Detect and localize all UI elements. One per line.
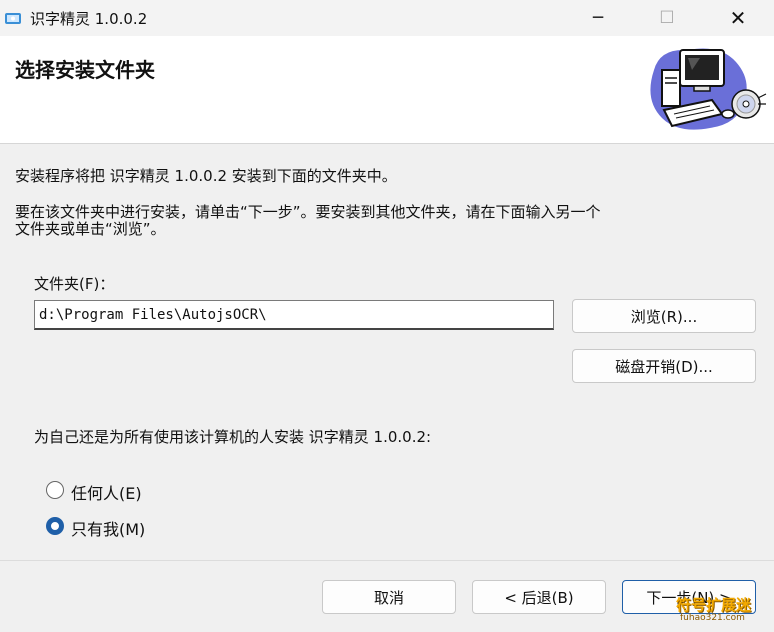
radio-just-me-label[interactable]: 只有我(M) [71, 516, 145, 540]
close-icon: ✕ [729, 6, 747, 30]
intro-text: 安装程序将把 识字精灵 1.0.0.2 安装到下面的文件夹中。 [15, 167, 397, 185]
minimize-icon: ─ [592, 8, 604, 28]
cancel-button[interactable]: 取消 [322, 580, 456, 614]
watermark-url: fuhao321.com [680, 613, 745, 623]
back-button-label: < 后退(B) [504, 588, 574, 607]
browse-button[interactable]: 浏览(R)... [572, 299, 756, 333]
folder-path-input[interactable] [34, 300, 554, 330]
back-button[interactable]: < 后退(B) [472, 580, 606, 614]
instruction-text-line2: 文件夹或单击“浏览”。 [15, 220, 166, 238]
close-button[interactable]: ✕ [715, 0, 761, 36]
title-bar: 识字精灵 1.0.0.2 ─ ☐ ✕ [0, 0, 774, 37]
window-title: 识字精灵 1.0.0.2 [30, 10, 148, 28]
disk-cost-button[interactable]: 磁盘开销(D)... [572, 349, 756, 383]
radio-just-me[interactable] [46, 517, 64, 535]
radio-everyone[interactable] [46, 481, 64, 499]
cancel-button-label: 取消 [373, 588, 404, 607]
disk-cost-button-label: 磁盘开销(D)... [615, 357, 713, 376]
folder-label: 文件夹(F)： [34, 275, 115, 293]
installer-app-icon [5, 13, 21, 24]
footer-divider [0, 560, 774, 561]
instruction-text-line1: 要在该文件夹中进行安装，请单击“下一步”。要安装到其他文件夹，请在下面输入另一个 [15, 203, 601, 221]
watermark-logo: 符号扩展迷 [676, 596, 752, 614]
browse-button-label: 浏览(R)... [630, 307, 698, 326]
minimize-button[interactable]: ─ [575, 0, 621, 36]
radio-everyone-label[interactable]: 任何人(E) [71, 480, 142, 504]
install-for-question: 为自己还是为所有使用该计算机的人安装 识字精灵 1.0.0.2: [34, 428, 432, 446]
computer-cd-icon [650, 48, 767, 130]
maximize-icon: ☐ [659, 8, 675, 28]
page-title: 选择安装文件夹 [15, 58, 155, 82]
header-banner: 选择安装文件夹 [0, 36, 774, 144]
maximize-button[interactable]: ☐ [644, 0, 690, 36]
